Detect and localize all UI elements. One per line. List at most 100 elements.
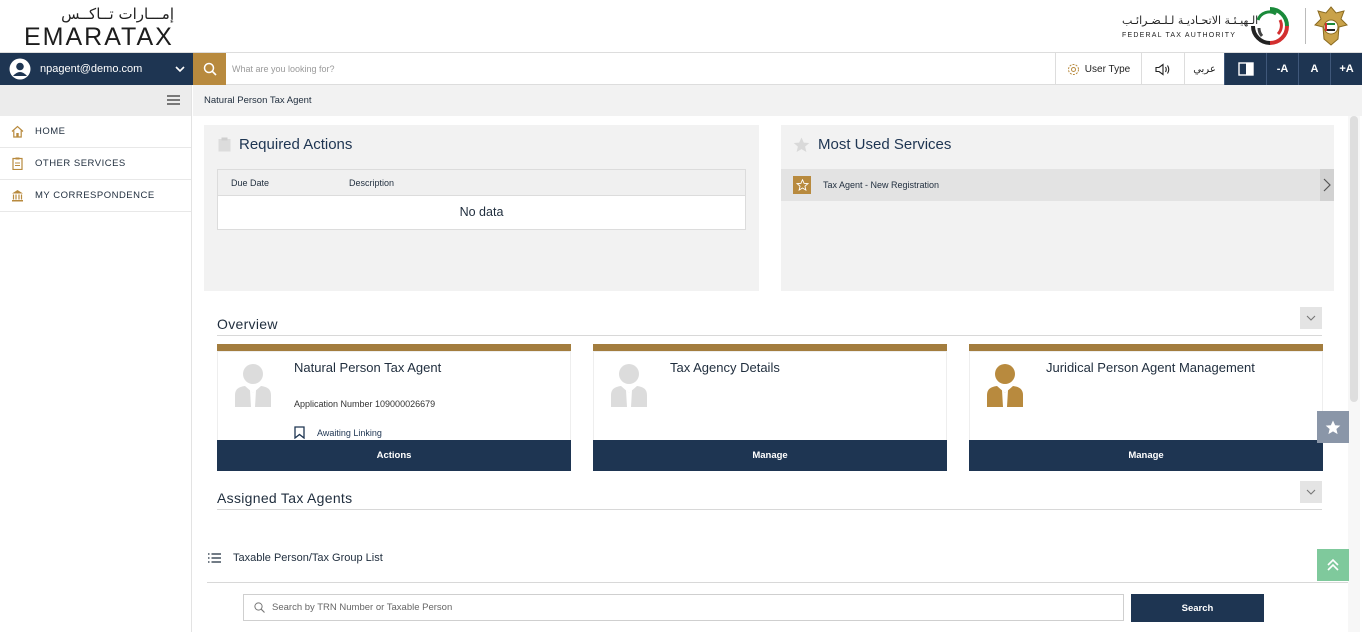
arrow-right-icon <box>1323 178 1331 192</box>
list-label: Taxable Person/Tax Group List <box>233 552 383 564</box>
global-search-input[interactable] <box>232 58 932 80</box>
empty-state-text: No data <box>459 205 504 219</box>
service-item-tax-agent-registration[interactable]: Tax Agent - New Registration <box>781 169 1334 201</box>
toolbar-actions: User Type عربي -A A +A <box>1055 53 1362 85</box>
fta-english: FEDERAL TAX AUTHORITY <box>1122 32 1237 39</box>
top-toolbar: npagent@demo.com User Type عربي <box>0 52 1362 85</box>
chevron-down-icon <box>1306 315 1316 321</box>
chevron-right-icon[interactable] <box>1320 169 1334 201</box>
actions-button[interactable]: Actions <box>217 440 571 471</box>
search-button[interactable]: Search <box>1131 594 1264 622</box>
clipboard-icon <box>218 137 231 152</box>
list-icon <box>208 553 221 563</box>
emaratax-logo[interactable]: إمـــارات تــاكــس EMARATAX <box>24 5 174 51</box>
card-title: Natural Person Tax Agent <box>294 360 442 375</box>
favorite-star-icon[interactable] <box>793 176 811 194</box>
logo-arabic: إمـــارات تــاكــس <box>61 5 174 23</box>
column-description[interactable]: Description <box>349 178 394 188</box>
sidebar-item-label: OTHER SERVICES <box>35 158 126 169</box>
chevron-down-icon <box>175 66 185 73</box>
most-used-services-title: Most Used Services <box>793 136 951 153</box>
overview-divider <box>217 335 1322 336</box>
building-icon <box>12 190 23 202</box>
font-reset-button[interactable]: A <box>1298 53 1330 85</box>
text-to-speech-button[interactable] <box>1141 53 1184 85</box>
assigned-collapse-button[interactable] <box>1300 481 1322 503</box>
required-actions-title: Required Actions <box>218 136 352 153</box>
search-icon <box>254 602 265 613</box>
double-chevron-up-icon <box>1327 558 1339 571</box>
chevron-down-icon <box>1306 489 1316 495</box>
user-email: npagent@demo.com <box>40 63 143 75</box>
manage-button[interactable]: Manage <box>593 440 947 471</box>
card-tax-agency-details: Tax Agency Details Manage <box>593 344 947 471</box>
card-title: Juridical Person Agent Management <box>1046 360 1255 375</box>
user-avatar-icon <box>9 58 31 80</box>
list-divider <box>207 582 1348 583</box>
search-icon <box>203 62 217 76</box>
language-toggle[interactable]: عربي <box>1184 53 1224 85</box>
manage-button[interactable]: Manage <box>969 440 1323 471</box>
user-type-button[interactable]: User Type <box>1055 53 1141 85</box>
table-header: Due Date Description <box>218 170 745 196</box>
font-decrease-button[interactable]: -A <box>1266 53 1298 85</box>
fta-emblem-icon <box>1251 7 1289 45</box>
overview-title: Overview <box>217 316 278 332</box>
star-icon <box>1325 419 1341 434</box>
font-increase-button[interactable]: +A <box>1330 53 1362 85</box>
clipboard-icon <box>12 157 23 170</box>
uae-emblem-icon <box>1314 6 1348 46</box>
sidebar-item-label: HOME <box>35 126 66 137</box>
contrast-toggle[interactable] <box>1224 53 1266 85</box>
sidebar-item-my-correspondence[interactable]: MY CORRESPONDENCE <box>0 180 191 212</box>
most-used-services-title-text: Most Used Services <box>818 136 952 153</box>
assigned-divider <box>217 509 1322 510</box>
card-juridical-person-agent-management: Juridical Person Agent Management Manage <box>969 344 1323 471</box>
star-icon <box>793 137 810 152</box>
person-avatar-icon <box>611 364 647 407</box>
main-content: Required Actions Due Date Description No… <box>193 116 1362 632</box>
app-header: إمـــارات تــاكــس EMARATAX الـهيـئـة ال… <box>0 0 1362 52</box>
header-divider <box>1305 8 1306 44</box>
sidebar-item-home[interactable]: HOME <box>0 116 191 148</box>
bookmark-icon <box>294 426 305 439</box>
required-actions-title-text: Required Actions <box>239 136 353 153</box>
assigned-tax-agents-title: Assigned Tax Agents <box>217 490 353 506</box>
overview-collapse-button[interactable] <box>1300 307 1322 329</box>
most-used-services-panel: Most Used Services Tax Agent - New Regis… <box>781 125 1334 291</box>
person-avatar-icon <box>235 364 271 407</box>
required-actions-table: Due Date Description No data <box>217 169 746 230</box>
service-item-label: Tax Agent - New Registration <box>823 180 940 190</box>
taxable-person-list-header: Taxable Person/Tax Group List <box>208 552 383 564</box>
scrollbar-thumb[interactable] <box>1350 116 1358 402</box>
sidebar-item-label: MY CORRESPONDENCE <box>35 190 155 201</box>
card-title: Tax Agency Details <box>670 360 780 375</box>
application-number: Application Number 109000026679 <box>294 399 436 409</box>
fta-arabic: الـهيـئـة الاتحـاديـة لـلـضـرائـب <box>1122 14 1259 27</box>
person-avatar-icon <box>987 364 1023 407</box>
sidebar: HOME OTHER SERVICES MY CORRESPONDENCE <box>0 85 192 632</box>
fta-logo[interactable]: الـهيـئـة الاتحـاديـة لـلـضـرائـب FEDERA… <box>1122 6 1290 48</box>
favorites-float-button[interactable] <box>1317 411 1349 443</box>
status-text: Awaiting Linking <box>317 427 382 438</box>
card-status: Awaiting Linking <box>294 426 382 439</box>
card-natural-person-tax-agent: Natural Person Tax Agent Application Num… <box>217 344 571 471</box>
required-actions-panel: Required Actions Due Date Description No… <box>204 125 759 291</box>
contrast-icon <box>1237 62 1254 76</box>
sidebar-item-other-services[interactable]: OTHER SERVICES <box>0 148 191 180</box>
user-type-label: User Type <box>1084 63 1131 75</box>
trn-search-placeholder: Search by TRN Number or Taxable Person <box>272 602 453 613</box>
speaker-icon <box>1155 62 1170 76</box>
global-search-button[interactable] <box>193 53 226 85</box>
gear-icon <box>1067 63 1079 75</box>
user-menu[interactable]: npagent@demo.com <box>0 53 193 85</box>
column-due-date[interactable]: Due Date <box>231 178 269 188</box>
home-icon <box>11 125 24 138</box>
scroll-to-top-button[interactable] <box>1317 549 1349 581</box>
trn-search-input[interactable]: Search by TRN Number or Taxable Person <box>243 594 1124 621</box>
sidebar-header <box>0 85 191 116</box>
page-scrollbar[interactable] <box>1348 116 1360 632</box>
breadcrumb: Natural Person Tax Agent <box>193 85 1362 116</box>
logo-english: EMARATAX <box>24 23 174 51</box>
hamburger-menu-icon[interactable] <box>167 95 180 105</box>
